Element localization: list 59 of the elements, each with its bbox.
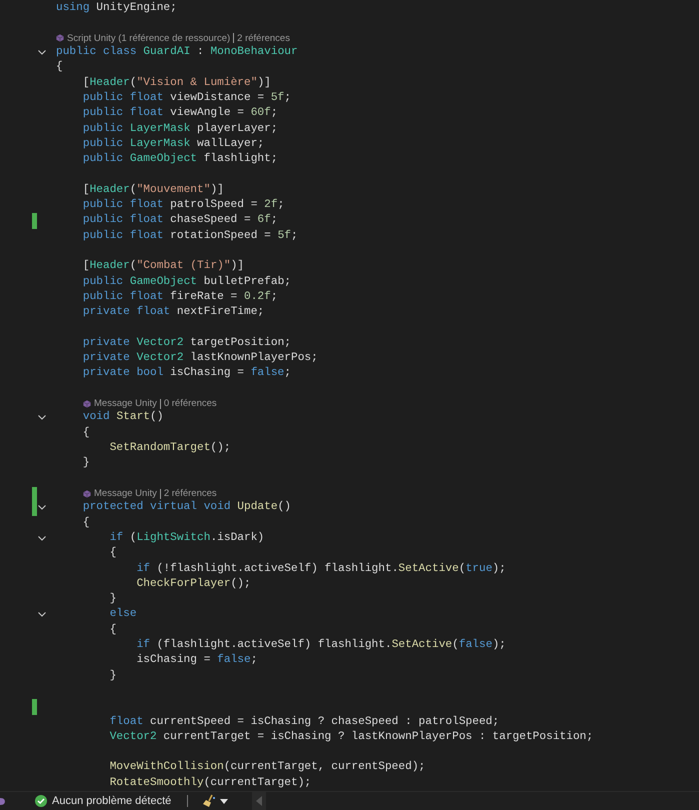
code-line: } [108, 592, 116, 608]
code-line: public float patrolSpeed = 2f; [82, 198, 284, 214]
code-line: private float nextFireTime; [82, 305, 264, 320]
status-message[interactable]: Aucun problème détecté [52, 795, 172, 807]
code-line: SetRandomTarget(); [108, 441, 231, 456]
code-line: { [82, 426, 90, 441]
code-line: public GameObject bulletPrefab; [82, 274, 291, 290]
code-line: else [108, 607, 137, 622]
code-line: } [108, 668, 116, 684]
collapse-chevron-icon[interactable] [38, 50, 46, 56]
code-line: } [82, 456, 90, 472]
code-line: { [108, 622, 116, 638]
code-line: isChasing = false; [136, 653, 258, 668]
cube-icon [83, 400, 91, 408]
code-line: public float viewAngle = 60f; [82, 106, 278, 122]
collapse-chevron-icon[interactable] [38, 415, 46, 420]
code-line: [Header("Combat (Tir)")] [82, 259, 244, 274]
code-line: public float viewDistance = 5f; [82, 90, 291, 106]
cube-icon [56, 34, 64, 42]
code-line: if (LightSwitch.isDark) [108, 531, 264, 546]
code-line: { [82, 516, 90, 531]
check-circle-icon [35, 795, 47, 807]
code-line: public GameObject flashlight; [82, 152, 278, 168]
code-line: public float rotationSpeed = 5f; [82, 228, 298, 244]
codelens-link[interactable]: 2 références [237, 32, 290, 44]
code-line: { [108, 546, 116, 562]
code-line: using UnityEngine; [56, 1, 177, 16]
cube-icon [83, 490, 91, 498]
collapse-chevron-icon[interactable] [38, 505, 46, 510]
code-line: public float fireRate = 0.2f; [82, 290, 278, 305]
collapse-chevron-icon[interactable] [38, 536, 46, 541]
code-line: [Header("Vision & Lumière")] [82, 76, 271, 91]
broom-icon[interactable] [202, 794, 216, 808]
code-line: public LayerMask playerLayer; [82, 122, 278, 137]
code-line: if (flashlight.activeSelf) flashlight.SetActive(false); [136, 638, 506, 654]
code-line: if (!flashlight.activeSelf) flashlight.SetActive(true); [136, 562, 506, 577]
code-line: protected virtual void Update() [82, 500, 292, 516]
code-line: MoveWithCollision(currentTarget, currentSpeed); [108, 760, 426, 776]
code-line: private Vector2 lastKnownPlayerPos; [82, 351, 318, 366]
codelens-link[interactable]: Message Unity [94, 398, 157, 410]
code-line: CheckForPlayer(); [136, 576, 251, 592]
code-line: { [56, 60, 63, 76]
code-line: public class GuardAI : MonoBehaviour [56, 45, 298, 60]
code-line: RotateSmoothly(currentTarget); [108, 776, 312, 791]
codelens-link[interactable]: 2 références [164, 488, 217, 500]
codelens-link[interactable]: Script Unity (1 référence de ressource) [67, 32, 230, 44]
code-line: public float chaseSpeed = 6f; [82, 213, 278, 228]
code-line: Vector2 currentTarget = isChasing ? lastKnownPlayerPos : targetPosition; [108, 730, 594, 745]
code-line: private Vector2 targetPosition; [82, 336, 291, 351]
codelens-link[interactable]: 0 références [164, 398, 217, 410]
collapse-chevron-icon[interactable] [38, 612, 46, 618]
code-line: [Header("Mouvement")] [82, 182, 224, 198]
code-line: void Start() [82, 410, 164, 426]
caret-icon[interactable] [220, 798, 228, 804]
left-arrow-icon [256, 796, 262, 806]
codelens-link[interactable]: Message Unity [94, 488, 157, 500]
code-line: float currentSpeed = isChasing ? chaseSpeed : patrolSpeed; [108, 714, 500, 730]
code-line: public LayerMask wallLayer; [82, 136, 264, 152]
code-line: private bool isChasing = false; [82, 366, 291, 382]
